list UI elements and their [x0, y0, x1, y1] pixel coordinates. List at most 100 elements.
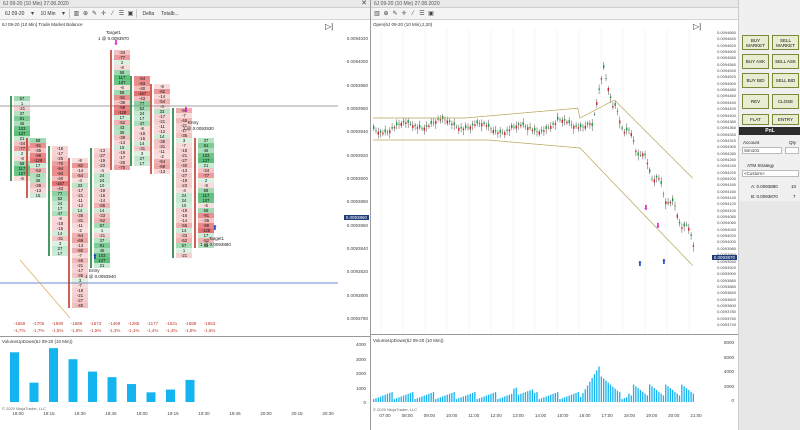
volume-bar [534, 392, 536, 402]
candle-body [513, 126, 515, 128]
dropdown-icon[interactable]: ▾ [60, 10, 66, 17]
totals-mode[interactable]: Totalb... [159, 11, 181, 17]
volume-tick: 4000 [355, 342, 366, 347]
price-tick: 0.0093900 [346, 176, 368, 181]
volume-bar [688, 389, 690, 402]
crosshair-icon[interactable]: ✛ [401, 10, 407, 17]
volume-bar [430, 392, 432, 402]
price-tick: 0.0094480 [717, 87, 736, 93]
volume-bar [386, 393, 389, 402]
volume-bar [396, 398, 398, 402]
volume-bar [580, 396, 582, 402]
volume-bar [651, 386, 653, 402]
zoom-icon[interactable]: ⊕ [82, 10, 88, 17]
drawing-tool-icon[interactable]: ⁄ [109, 11, 115, 17]
right-window-title: 6J 09-20 (10 Min) 27.08.2020 [374, 1, 440, 7]
reverse-button[interactable]: REV [742, 94, 769, 109]
candle-body [685, 224, 688, 226]
chart-trader-icon[interactable]: ▣ [428, 10, 434, 17]
properties-icon[interactable]: ☰ [118, 10, 124, 17]
toolbar-separator [69, 9, 71, 18]
candle-body [389, 130, 391, 134]
candle-body [536, 131, 538, 133]
candle-body [504, 132, 506, 136]
price-tick: 0.0094260 [717, 156, 736, 162]
sell-bid-button[interactable]: SELL BID [772, 73, 799, 88]
time-tick: 12:00 [490, 413, 502, 418]
zoom-icon[interactable]: ⊕ [383, 10, 389, 17]
candle-body [522, 122, 524, 126]
dropdown-icon[interactable]: ▾ [29, 10, 35, 17]
time-tick: 09:00 [423, 413, 436, 418]
volume-bar [497, 399, 499, 402]
candle-body [600, 78, 603, 80]
delta-total: -1590 [51, 321, 64, 326]
close-button[interactable]: CLOSE [772, 94, 799, 109]
candle-body [573, 125, 575, 129]
buy-market-button[interactable]: BUY MARKET [742, 35, 769, 50]
volume-bar [536, 392, 538, 402]
account-select[interactable]: Sim101 [742, 147, 782, 154]
volume-bar [598, 366, 600, 402]
price-tick: 0.0093840 [717, 290, 736, 296]
candle-body [690, 234, 692, 236]
volume-bar [375, 398, 377, 402]
candle-body [619, 120, 621, 124]
candle-body [490, 128, 492, 130]
candle-body [520, 124, 522, 127]
candle-body [660, 181, 662, 185]
flat-button[interactable]: FLAT [742, 114, 769, 125]
sell-ask-button[interactable]: SELL ASK [772, 54, 799, 69]
crosshair-icon[interactable]: ✛ [100, 10, 106, 17]
candle-body [446, 120, 448, 124]
volume-bar [448, 393, 451, 402]
candle-body [386, 131, 389, 133]
volume-bar [492, 392, 494, 402]
price-tick: 0.0094460 [717, 93, 736, 99]
right-volume-chart [373, 366, 694, 402]
volume-bar [614, 388, 616, 402]
volume-bar [483, 396, 485, 402]
last-price-marker: 0.0093860 [343, 215, 369, 220]
drawing-tool-icon[interactable]: ⁄ [410, 11, 416, 17]
pencil-icon[interactable]: ✎ [392, 10, 398, 17]
candle-body [402, 120, 405, 123]
left-window-title: 6J 09-20 (10 Min) 27.08.2020 [3, 1, 69, 7]
chart-trader-icon[interactable]: ▣ [127, 10, 134, 17]
right-toolbar: ▥ ⊕ ✎ ✛ ⁄ ☰ ▣ [371, 8, 738, 20]
properties-icon[interactable]: ☰ [419, 10, 425, 17]
sell-arrow-icon: ⬇ [643, 204, 649, 212]
price-tick: 0.0094220 [717, 169, 736, 175]
pencil-icon[interactable]: ✎ [91, 10, 97, 17]
panel-divider [0, 336, 370, 337]
qty-input[interactable] [785, 147, 799, 154]
close-icon[interactable]: ✕ [361, 0, 367, 8]
bar-chart-icon[interactable]: ▥ [374, 10, 380, 17]
instrument-selector[interactable]: 6J 09-20 [3, 11, 26, 17]
time-tick: 13:00 [512, 413, 524, 418]
delta-mode[interactable]: Delta [140, 11, 156, 17]
interval-selector[interactable]: 10 Min [38, 11, 57, 17]
volume-tick: 3000 [355, 356, 366, 362]
time-tick: 16:00 [579, 413, 591, 418]
candle-body [485, 125, 488, 127]
target-top-label: Target1 [106, 30, 122, 35]
atm-a-qty: 10 [791, 184, 797, 189]
volume-bar [628, 393, 630, 402]
account-label: Account [743, 140, 760, 145]
sell-market-button[interactable]: SELL MARKET [772, 35, 799, 50]
candle-body [644, 153, 646, 156]
atm-strategy-select[interactable]: <Custom> [742, 170, 799, 177]
volume-bar [389, 392, 391, 402]
volume-bar [400, 396, 402, 402]
bar-chart-icon[interactable]: ▥ [73, 10, 80, 17]
volume-bar [626, 397, 628, 402]
volume-bar [520, 393, 522, 402]
candle-body [598, 88, 600, 90]
volume-bar [10, 352, 19, 402]
price-tick: 0.0094540 [717, 68, 736, 74]
buy-bid-button[interactable]: BUY BID [742, 73, 769, 88]
volume-bar [469, 393, 471, 402]
entry-button[interactable]: ENTRY [772, 114, 799, 125]
buy-ask-button[interactable]: BUY ASK [742, 54, 769, 69]
